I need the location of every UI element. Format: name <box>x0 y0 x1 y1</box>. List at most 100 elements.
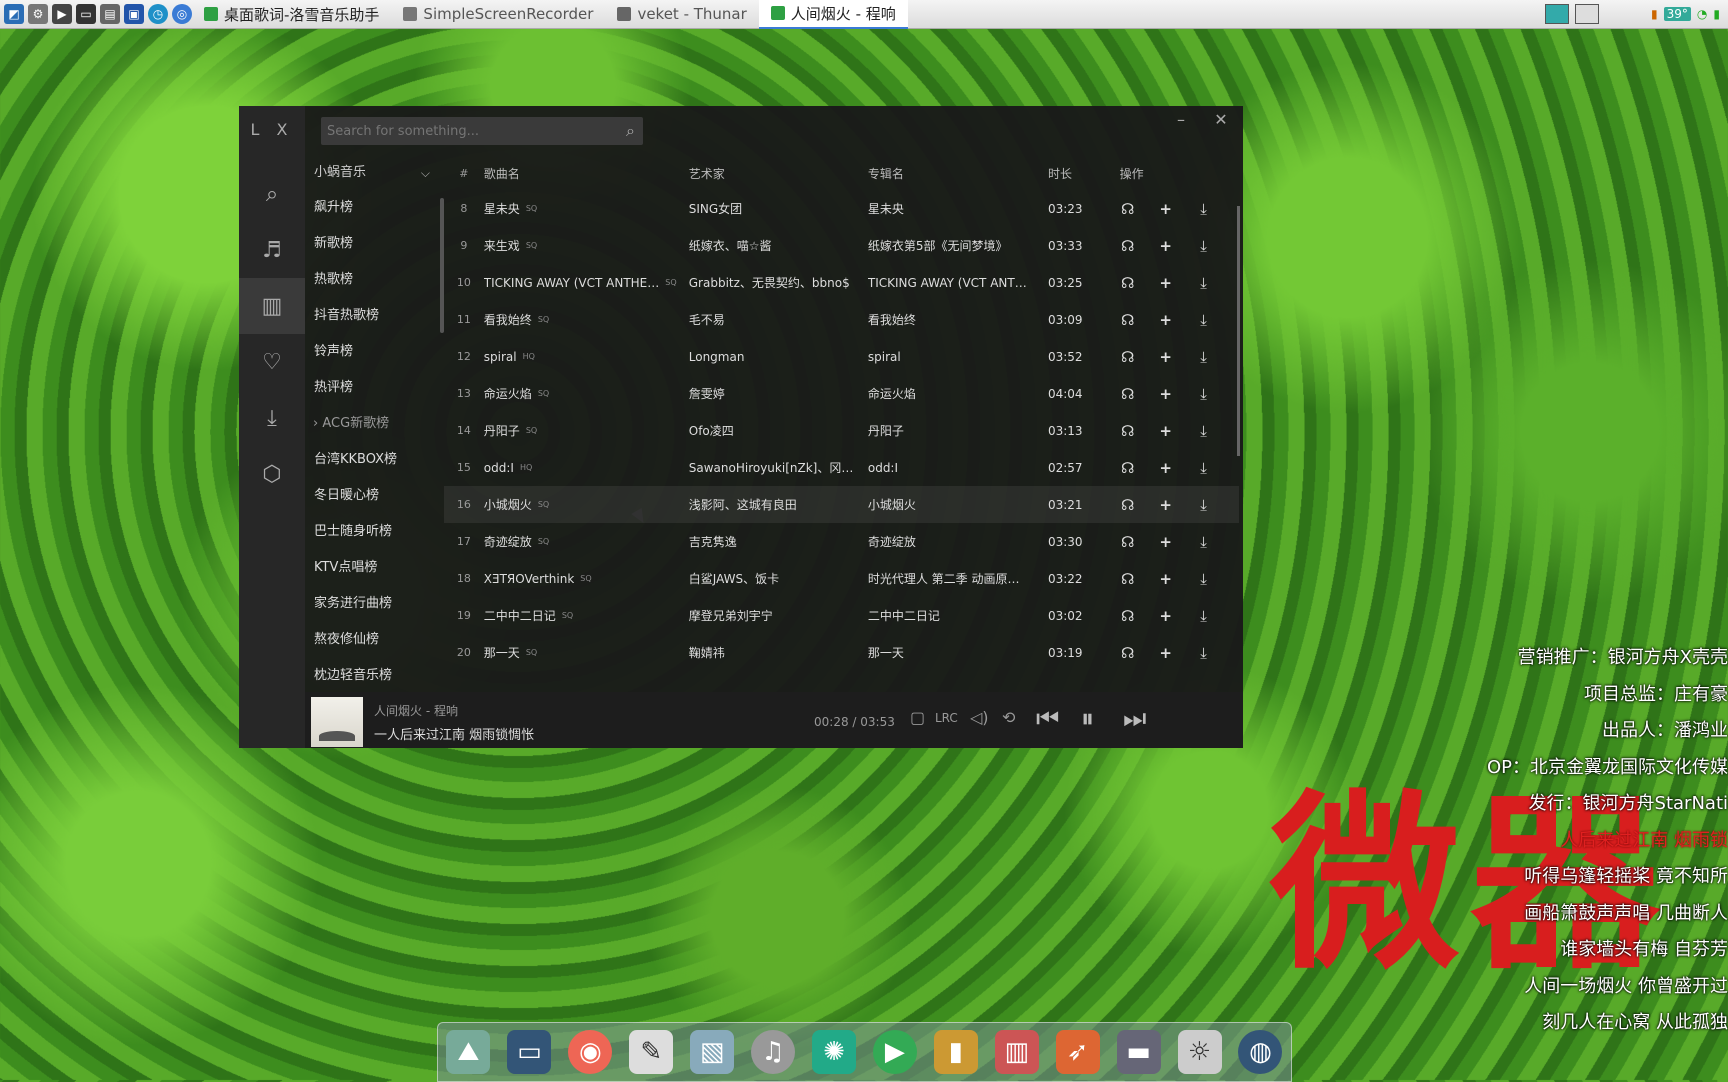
pause-button[interactable]: ⏸ <box>1081 704 1094 735</box>
download-icon[interactable]: ⤓ <box>1196 570 1212 588</box>
add-icon[interactable]: + <box>1158 422 1174 440</box>
video-player-icon[interactable]: ▶ <box>872 1030 917 1074</box>
browser-icon[interactable]: ◎ <box>172 4 192 24</box>
add-icon[interactable]: + <box>1158 200 1174 218</box>
headphones-icon[interactable]: ☊ <box>1120 348 1136 366</box>
board-item[interactable]: 冬日暖心榜 <box>305 478 440 514</box>
close-button[interactable]: ✕ <box>1209 110 1233 129</box>
battery-icon[interactable]: ▮ <box>1713 7 1720 21</box>
board-item[interactable]: 热歌榜 <box>305 262 440 298</box>
media-icon[interactable]: ▶ <box>52 4 72 24</box>
table-row[interactable]: 17 奇迹绽放 SQ 吉克隽逸 奇迹绽放 03:30 ☊ + ⤓ <box>444 523 1239 560</box>
download-icon[interactable]: ⤓ <box>1196 644 1212 662</box>
audio-player-icon[interactable]: ♫ <box>751 1030 796 1074</box>
task-player[interactable]: 人间烟火 - 程响 <box>758 0 908 29</box>
add-icon[interactable]: + <box>1158 348 1174 366</box>
headphones-icon[interactable]: ☊ <box>1120 607 1136 625</box>
add-icon[interactable]: + <box>1158 570 1174 588</box>
rocket-icon[interactable]: ➶ <box>1055 1030 1100 1074</box>
drive-icon[interactable]: ▬ <box>1116 1030 1161 1074</box>
nav-favorites[interactable]: ♡ <box>239 334 305 390</box>
headphones-icon[interactable]: ☊ <box>1120 237 1136 255</box>
workspace-1[interactable] <box>1545 4 1570 24</box>
table-scrollbar[interactable] <box>1237 206 1240 456</box>
task-thunar[interactable]: veket - Thunar <box>605 0 758 28</box>
chart-app-icon[interactable]: ▥ <box>994 1030 1039 1074</box>
board-item[interactable]: 巴士随身听榜 <box>305 514 440 550</box>
table-row[interactable]: 13 命运火焰 SQ 詹雯婷 命运火焰 04:04 ☊ + ⤓ <box>444 375 1239 412</box>
download-icon[interactable]: ⤓ <box>1196 385 1212 403</box>
headphones-icon[interactable]: ☊ <box>1120 459 1136 477</box>
board-item[interactable]: KTV点唱榜 <box>305 550 440 586</box>
board-item[interactable]: 枕边轻音乐榜 <box>305 658 440 694</box>
search-icon[interactable]: ⌕ <box>626 121 635 141</box>
add-icon[interactable]: + <box>1158 607 1174 625</box>
network-icon[interactable]: ✺ <box>811 1030 856 1074</box>
next-button[interactable]: ⏭ <box>1123 704 1146 735</box>
add-icon[interactable]: + <box>1158 496 1174 514</box>
nav-search[interactable]: ⌕ <box>239 166 305 222</box>
table-row[interactable]: 14 丹阳子 SQ Ofo凌四 丹阳子 03:13 ☊ + ⤓ <box>444 412 1239 449</box>
table-row[interactable]: 15 odd:I HQ SawanoHiroyuki[nZk]、冈野… odd:I 02:… <box>444 449 1239 486</box>
board-item[interactable]: 熬夜修仙榜 <box>305 622 440 658</box>
album-cover[interactable] <box>311 697 363 747</box>
search-input[interactable] <box>321 122 609 140</box>
add-icon[interactable]: + <box>1158 459 1174 477</box>
table-row[interactable]: 18 XƎTЯOVerthink SQ 白鲨JAWS、饭卡 时光代理人 第二季 动画原…… <box>444 560 1239 597</box>
comment-icon[interactable]: ▢ <box>910 708 925 727</box>
clipboard-icon[interactable]: ▮ <box>1651 7 1658 21</box>
headphones-icon[interactable]: ☊ <box>1120 570 1136 588</box>
nav-downloads[interactable]: ⤓ <box>239 390 305 446</box>
source-select[interactable]: 小蜗音乐 ⌵ <box>305 156 440 190</box>
wifi-icon[interactable]: ◔ <box>1697 7 1707 21</box>
download-icon[interactable]: ⤓ <box>1196 533 1212 551</box>
clock-icon[interactable]: ◷ <box>148 4 168 24</box>
search-box[interactable]: ⌕ <box>321 117 643 145</box>
terminal-icon[interactable]: ▭ <box>76 4 96 24</box>
display-icon[interactable]: ▣ <box>124 4 144 24</box>
headphones-icon[interactable]: ☊ <box>1120 274 1136 292</box>
settings-gear-icon[interactable]: ☼ <box>1177 1030 1222 1074</box>
board-item-group[interactable]: › ACG新歌榜 <box>305 406 440 442</box>
table-row[interactable]: 19 二中中二日记 SQ 摩登兄弟刘宇宁 二中中二日记 03:02 ☊ + ⤓ <box>444 597 1239 634</box>
task-recorder[interactable]: SimpleScreenRecorder <box>391 0 605 28</box>
app-menu-icon[interactable]: ◩ <box>4 4 24 24</box>
board-item[interactable]: 飙升榜 <box>305 190 440 226</box>
archive-icon[interactable]: ▮ <box>933 1030 978 1074</box>
headphones-icon[interactable]: ☊ <box>1120 385 1136 403</box>
download-icon[interactable]: ⤓ <box>1196 348 1212 366</box>
firefox-icon[interactable]: ◉ <box>568 1030 613 1074</box>
minimize-button[interactable]: – <box>1169 110 1193 129</box>
download-icon[interactable]: ⤓ <box>1196 496 1212 514</box>
download-icon[interactable]: ⤓ <box>1196 311 1212 329</box>
add-icon[interactable]: + <box>1158 533 1174 551</box>
download-icon[interactable]: ⤓ <box>1196 607 1212 625</box>
board-item[interactable]: 家务进行曲榜 <box>305 586 440 622</box>
table-row[interactable]: 9 来生戏 SQ 纸嫁衣、喵☆酱 纸嫁衣第5部《无间梦境》 03:33 ☊ + ⤓ <box>444 227 1239 264</box>
workspace-2[interactable] <box>1575 4 1600 24</box>
download-icon[interactable]: ⤓ <box>1196 274 1212 292</box>
volume-icon[interactable]: ◁) <box>970 708 989 727</box>
add-icon[interactable]: + <box>1158 237 1174 255</box>
headphones-icon[interactable]: ☊ <box>1120 644 1136 662</box>
add-icon[interactable]: + <box>1158 644 1174 662</box>
headphones-icon[interactable]: ☊ <box>1120 311 1136 329</box>
table-row[interactable]: 10 TICKING AWAY (VCT ANTHE… SQ Grabbitz、无畏契… <box>444 264 1239 301</box>
landscape-icon[interactable]: ⛰ <box>446 1030 491 1074</box>
add-icon[interactable]: + <box>1158 385 1174 403</box>
table-row[interactable]: 11 看我始终 SQ 毛不易 看我始终 03:09 ☊ + ⤓ <box>444 301 1239 338</box>
table-row[interactable]: 12 spiral HQ Longman spiral 03:52 ☊ + ⤓ <box>444 338 1239 375</box>
download-icon[interactable]: ⤓ <box>1196 422 1212 440</box>
printer-icon[interactable]: ▤ <box>100 4 120 24</box>
prev-button[interactable]: ⏮ <box>1036 704 1059 735</box>
task-lyrics[interactable]: 桌面歌词-洛雪音乐助手 <box>192 0 391 28</box>
globe-icon[interactable]: ◍ <box>1238 1030 1283 1074</box>
add-icon[interactable]: + <box>1158 274 1174 292</box>
board-item[interactable]: 热评榜 <box>305 370 440 406</box>
settings-icon[interactable]: ⚙ <box>28 4 48 24</box>
image-viewer-icon[interactable]: ▧ <box>690 1030 735 1074</box>
lrc-toggle[interactable]: LRC <box>935 711 958 725</box>
table-row[interactable]: 16 小城烟火 SQ 浅影阿、这城有良田 小城烟火 03:21 ☊ + ⤓ <box>444 486 1239 523</box>
computer-icon[interactable]: ▭ <box>507 1030 552 1074</box>
nav-songlist[interactable]: ♬ <box>239 222 305 278</box>
